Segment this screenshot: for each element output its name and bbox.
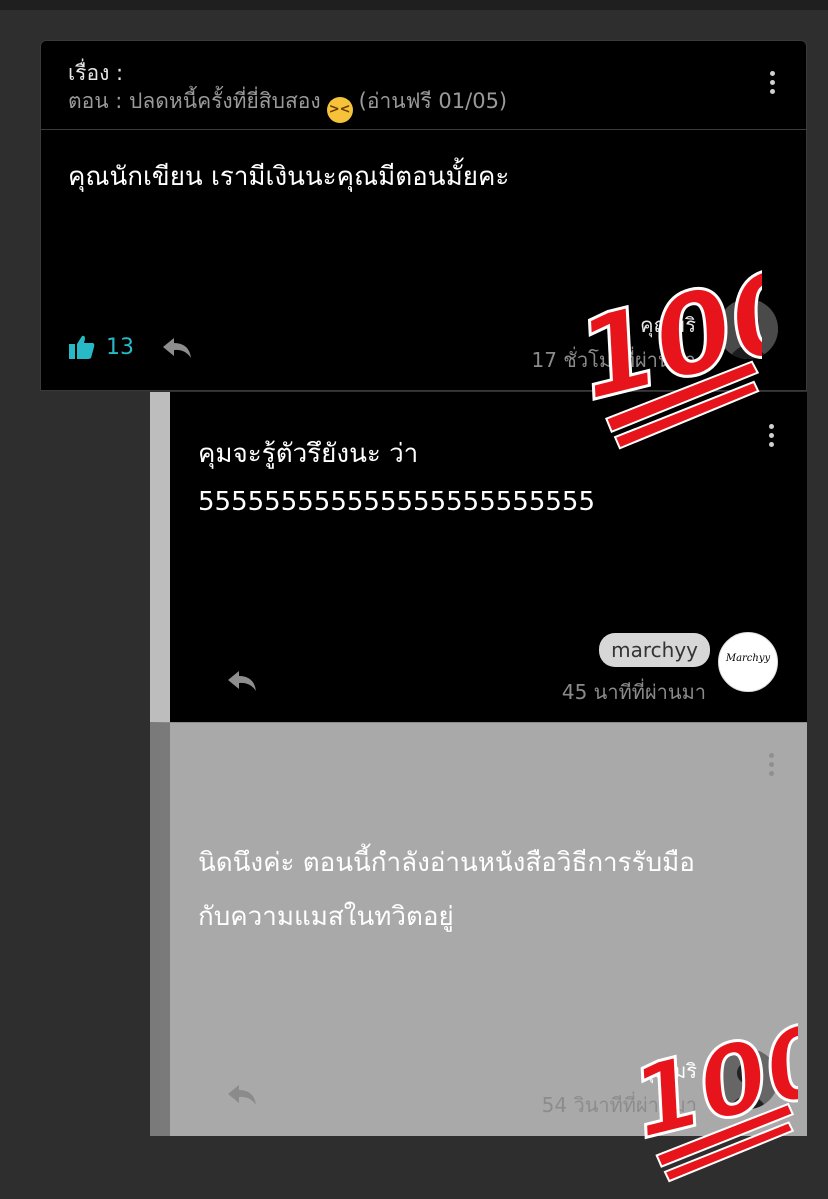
hundred-points-sticker: 100 — [619, 1000, 828, 1186]
reply-text-line-2: 555555555555555555555555 — [198, 487, 596, 517]
top-status-strip — [0, 0, 828, 10]
like-button[interactable]: 13 — [68, 334, 134, 360]
like-count: 13 — [106, 334, 134, 360]
more-options-icon[interactable] — [770, 71, 776, 98]
author-name-badge[interactable]: marchyy — [599, 633, 710, 667]
free-read-label: (อ่านฟรี 01/05) — [358, 89, 508, 113]
reply-time: 45 นาทีที่ผ่านมา — [561, 680, 706, 704]
persevering-face-icon: >< — [326, 97, 353, 123]
episode-title: ตอน : ปลดหนี้ครั้งที่ยี่สิบสอง — [68, 89, 321, 113]
comment-header: เรื่อง : ตอน : ปลดหนี้ครั้งที่ยี่สิบสอง >… — [41, 41, 806, 130]
reply-icon[interactable] — [226, 1081, 258, 1109]
episode-label[interactable]: ตอน : ปลดหนี้ครั้งที่ยี่สิบสอง >< (อ่านฟรี… — [68, 85, 507, 123]
thumbs-up-icon — [69, 335, 95, 359]
reply-icon[interactable] — [226, 667, 258, 695]
more-options-icon[interactable] — [769, 753, 775, 780]
comment-text: คุณนักเขียน เรามีเงินนะคุณมีตอนมั้ยคะ — [68, 162, 510, 192]
user-avatar[interactable]: Marchyy — [718, 632, 778, 692]
reply-text-line-1: นิดนึงค่ะ ตอนนี้กำลังอ่านหนังสือวิธีการร… — [198, 848, 695, 878]
hundred-points-sticker: 100 — [563, 242, 824, 452]
reply-text-line-2: กับความแมสในทวิตอยู่ — [198, 902, 454, 932]
reply-icon[interactable] — [161, 334, 193, 362]
avatar-signature: Marchyy — [725, 653, 771, 664]
more-options-icon[interactable] — [769, 424, 775, 451]
reply-text-line-1: คุมจะรู้ตัวรึยังนะ ว่า — [198, 439, 419, 469]
